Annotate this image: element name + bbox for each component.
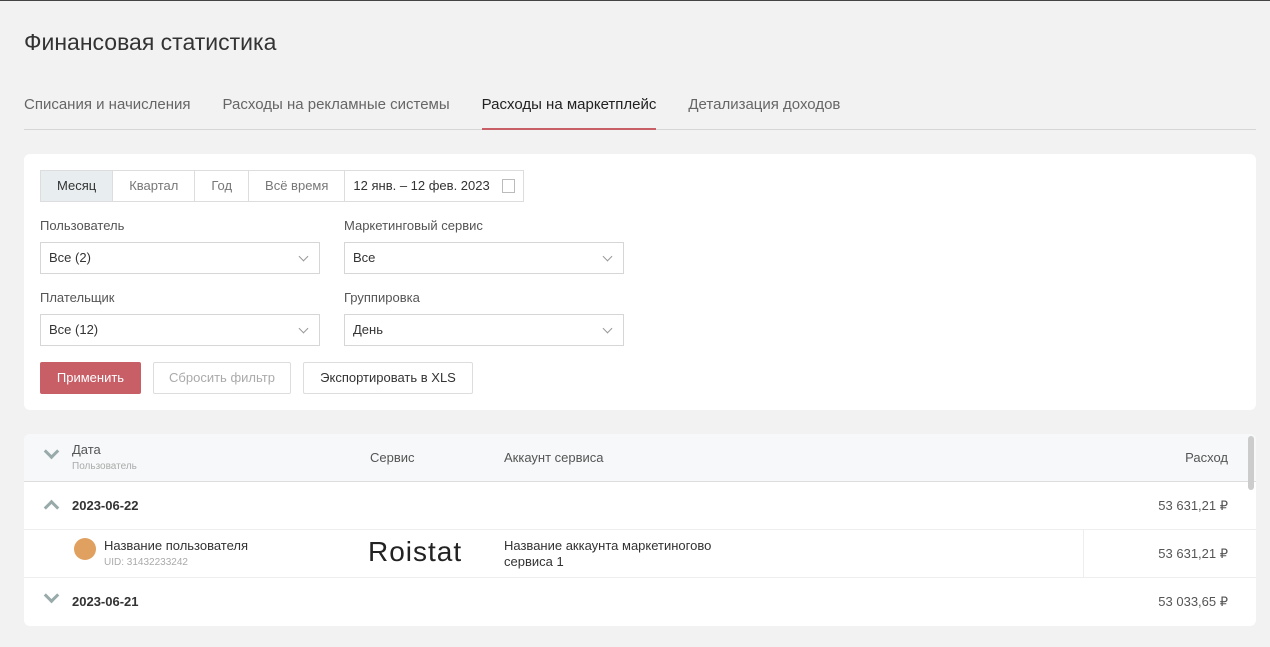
grouping-value: День [353, 322, 383, 337]
payer-label: Плательщик [40, 290, 115, 305]
chevron-down-icon[interactable] [43, 443, 60, 460]
export-xls-button[interactable]: Экспортировать в XLS [303, 362, 473, 394]
expenses-table: Дата Пользователь Сервис Аккаунт сервиса… [24, 434, 1256, 626]
user-label: Пользователь [40, 218, 125, 233]
tab-ad-systems[interactable]: Расходы на рекламные системы [223, 93, 450, 130]
chevron-up-icon[interactable] [43, 499, 60, 516]
roistat-logo: Roistat [368, 536, 463, 567]
group-row[interactable]: 2023-06-21 53 033,65 ₽ [24, 578, 1256, 626]
tab-income-details[interactable]: Детализация доходов [688, 93, 840, 130]
date-range-picker[interactable]: 12 янв. – 12 фев. 2023 [345, 171, 522, 201]
user-value: Все (2) [49, 250, 91, 265]
period-year[interactable]: Год [195, 171, 250, 201]
header-account[interactable]: Аккаунт сервиса [504, 450, 604, 465]
user-name: Название пользователя [104, 538, 249, 553]
table-row: Название пользователя UID: 31432233242 R… [24, 530, 1256, 578]
group-date: 2023-06-22 [72, 498, 139, 513]
table-header: Дата Пользователь Сервис Аккаунт сервиса… [24, 434, 1256, 482]
reset-filter-button[interactable]: Сбросить фильтр [153, 362, 291, 394]
filter-card: Месяц Квартал Год Всё время 12 янв. – 12… [24, 154, 1256, 410]
service-label: Маркетинговый сервис [344, 218, 483, 233]
scrollbar[interactable] [1248, 436, 1254, 490]
group-total: 53 631,21 ₽ [1158, 498, 1228, 513]
apply-button[interactable]: Применить [40, 362, 141, 394]
chevron-down-icon[interactable] [43, 587, 60, 604]
header-user: Пользователь [72, 461, 137, 472]
service-select[interactable]: Все [344, 242, 624, 274]
grouping-select[interactable]: День [344, 314, 624, 346]
group-row[interactable]: 2023-06-22 53 631,21 ₽ [24, 482, 1256, 530]
header-expense[interactable]: Расход [1185, 450, 1228, 465]
user-select[interactable]: Все (2) [40, 242, 320, 274]
tabs: Списания и начисления Расходы на рекламн… [24, 93, 1256, 130]
date-range-value: 12 янв. – 12 фев. 2023 [353, 178, 490, 193]
user-uid: UID: 31432233242 [104, 557, 188, 568]
row-expense: 53 631,21 ₽ [1158, 546, 1228, 561]
period-all-time[interactable]: Всё время [249, 171, 346, 201]
tab-marketplace[interactable]: Расходы на маркетплейс [481, 93, 657, 130]
period-selector: Месяц Квартал Год Всё время 12 янв. – 12… [40, 170, 524, 202]
payer-select[interactable]: Все (12) [40, 314, 320, 346]
header-date[interactable]: Дата [72, 442, 101, 457]
payer-value: Все (12) [49, 322, 99, 337]
grouping-label: Группировка [344, 290, 420, 305]
calendar-icon [501, 179, 515, 193]
chevron-down-icon [298, 251, 309, 262]
period-month[interactable]: Месяц [41, 171, 114, 201]
page-title: Финансовая статистика [24, 29, 277, 55]
period-quarter[interactable]: Квартал [113, 171, 196, 201]
header-service[interactable]: Сервис [370, 450, 415, 465]
chevron-down-icon [602, 323, 613, 334]
service-value: Все [353, 250, 376, 265]
group-total: 53 033,65 ₽ [1158, 594, 1228, 609]
avatar [74, 538, 96, 560]
chevron-down-icon [298, 323, 309, 334]
group-date: 2023-06-21 [72, 594, 139, 609]
tab-writeoffs[interactable]: Списания и начисления [24, 93, 191, 130]
account-name: Название аккаунта маркетиногово сервиса … [504, 538, 712, 569]
chevron-down-icon [602, 251, 613, 262]
